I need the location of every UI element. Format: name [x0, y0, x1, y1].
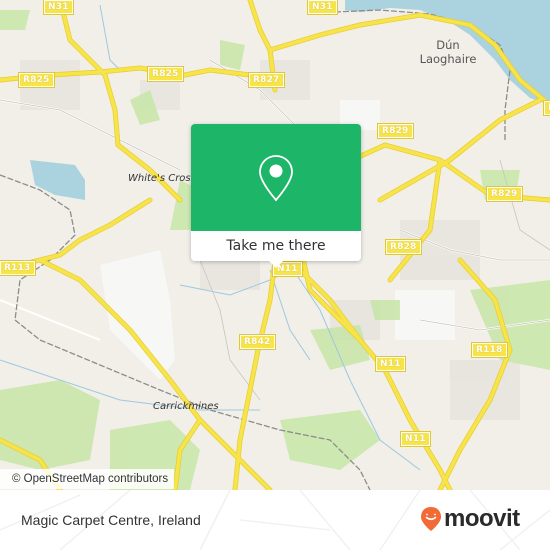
moovit-pin-icon: [421, 507, 441, 531]
town-name-line2: Laoghaire: [419, 52, 477, 66]
place-label-dun-laoghaire: Dún Laoghaire: [418, 38, 478, 66]
road-label-r: R: [542, 100, 550, 116]
road-label-r825: R825: [147, 66, 184, 82]
road-label-r827: R827: [248, 72, 285, 88]
location-popup: Take me there: [191, 124, 361, 268]
place-label-whites-cross: White's Cross: [128, 173, 196, 184]
road-label-r828: R828: [385, 239, 422, 255]
road-label-r825: R825: [18, 72, 55, 88]
road-label-r113: R113: [0, 260, 36, 276]
popup-pointer: [268, 260, 284, 268]
road-label-n31: N31: [307, 0, 338, 15]
take-me-there-button[interactable]: Take me there: [191, 231, 361, 261]
location-pin-icon: [259, 155, 293, 202]
map-attribution[interactable]: © OpenStreetMap contributors: [0, 469, 175, 489]
road-label-r829: R829: [486, 186, 523, 202]
road-label-r842: R842: [239, 334, 276, 350]
footer: Magic Carpet Centre, Ireland moovit: [0, 490, 550, 550]
moovit-wordmark: moovit: [444, 505, 520, 532]
map-view[interactable]: N31 N31 R825 R825 R827 R829 R829 R828 R1…: [0, 0, 550, 490]
popup-header: [191, 124, 361, 231]
road-label-n11: N11: [400, 431, 431, 447]
place-label-carrickmines: Carrickmines: [153, 401, 219, 412]
road-label-r118: R118: [471, 342, 508, 358]
road-label-n11: N11: [375, 356, 406, 372]
road-label-n31: N31: [43, 0, 74, 15]
road-label-r829: R829: [377, 123, 414, 139]
town-name-line1: Dún: [436, 38, 460, 52]
moovit-logo[interactable]: moovit: [420, 505, 520, 533]
place-name: Magic Carpet Centre, Ireland: [21, 512, 201, 528]
